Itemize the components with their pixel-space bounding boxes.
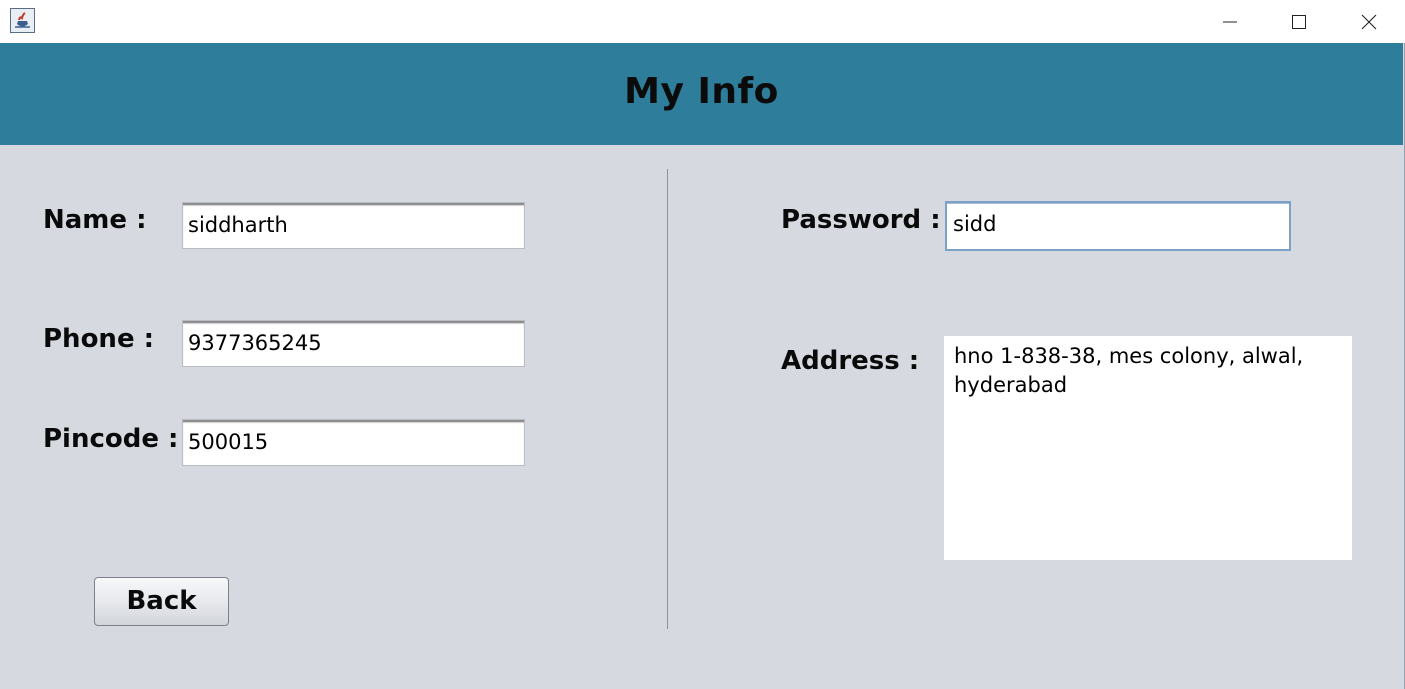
header-banner: My Info	[0, 43, 1403, 145]
minimize-icon	[1223, 21, 1237, 22]
maximize-button[interactable]	[1276, 0, 1322, 43]
password-field[interactable]: sidd	[945, 201, 1291, 251]
page-title: My Info	[624, 71, 779, 112]
phone-label: Phone :	[43, 324, 155, 354]
maximize-icon	[1292, 14, 1306, 29]
my-info-window: My Info Name : siddharth Phone : 9377365…	[0, 0, 1405, 689]
name-label: Name :	[43, 205, 147, 235]
name-field[interactable]: siddharth	[182, 202, 525, 249]
title-bar	[0, 0, 1405, 43]
close-button[interactable]	[1346, 0, 1392, 43]
minimize-button[interactable]	[1207, 0, 1253, 43]
pincode-field[interactable]: 500015	[182, 419, 525, 466]
address-label: Address :	[781, 346, 920, 376]
phone-field[interactable]: 9377365245	[182, 320, 525, 367]
address-textarea[interactable]: hno 1-838-38, mes colony, alwal, hyderab…	[944, 336, 1352, 560]
close-icon	[1361, 14, 1377, 29]
pincode-label: Pincode :	[43, 424, 179, 454]
java-cup-icon	[10, 8, 35, 33]
column-divider	[667, 169, 668, 629]
back-button[interactable]: Back	[94, 577, 229, 626]
password-label: Password :	[781, 205, 941, 235]
